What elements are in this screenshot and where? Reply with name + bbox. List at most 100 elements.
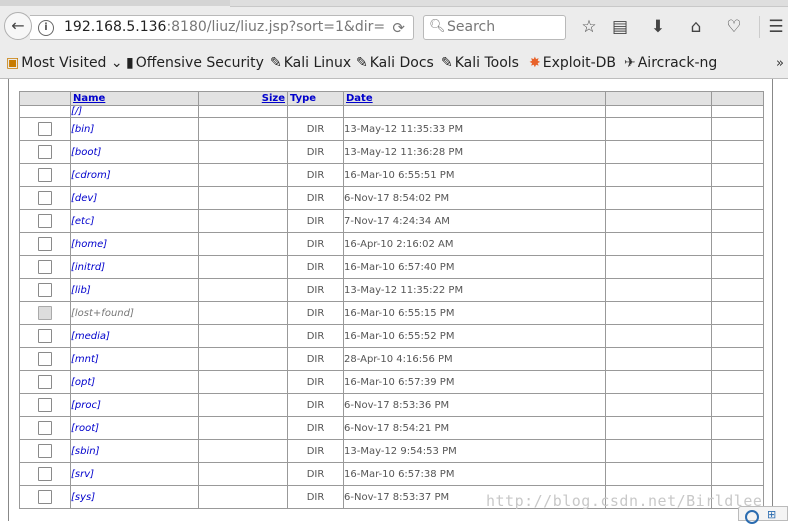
size-cell (198, 117, 288, 141)
dir-link[interactable]: [bin] (70, 117, 199, 141)
size-cell (198, 301, 288, 325)
table-row: [bin] DIR 13-May-12 11:35:33 PM (19, 117, 764, 141)
extra-cell (711, 416, 764, 440)
parent-dir-row: [/] (19, 105, 764, 118)
kali-icon: ✎ (356, 55, 368, 71)
reload-icon[interactable]: ⟳ (392, 19, 405, 37)
table-row: [root] DIR 6-Nov-17 8:54:21 PM (19, 416, 764, 440)
header-type[interactable]: Type (287, 91, 344, 106)
row-select-cell (19, 416, 71, 440)
bookmark-label: Kali Linux (283, 55, 352, 71)
menu-icon[interactable]: ☰ (765, 17, 787, 37)
toolbar-separator (759, 16, 760, 38)
date-cell: 16-Mar-10 6:55:15 PM (343, 301, 606, 325)
row-checkbox[interactable] (38, 490, 52, 504)
folder-icon: ▣ (6, 55, 20, 71)
watermark: http://blog.csdn.net/Birldlee (486, 492, 763, 510)
size-cell (198, 140, 288, 164)
type-cell: DIR (287, 209, 344, 233)
scrollbar[interactable] (773, 79, 788, 521)
date-cell: 7-Nov-17 4:24:34 AM (343, 209, 606, 233)
row-checkbox[interactable] (38, 145, 52, 159)
bookmark-kali-docs[interactable]: ✎ Kali Docs (356, 55, 434, 71)
size-cell (198, 416, 288, 440)
row-checkbox[interactable] (38, 191, 52, 205)
size-cell (198, 347, 288, 371)
extra-cell (711, 255, 764, 279)
back-button[interactable]: ← (4, 12, 32, 40)
header-size[interactable]: Size (198, 91, 288, 106)
date-cell: 16-Mar-10 6:57:39 PM (343, 370, 606, 394)
extra-cell (711, 439, 764, 463)
row-select-cell (19, 485, 71, 509)
dir-link[interactable]: [opt] (70, 370, 199, 394)
dir-link[interactable]: [sys] (70, 485, 199, 509)
bookmark-most-visited[interactable]: ▣ Most Visited ⌄ (6, 55, 123, 71)
exploitdb-icon: ✸ (529, 55, 541, 71)
chevron-right-icon[interactable]: » (776, 56, 784, 71)
dir-link[interactable]: [home] (70, 232, 199, 256)
row-checkbox[interactable] (38, 398, 52, 412)
row-checkbox[interactable] (38, 375, 52, 389)
page-content: Name Size Type Date [/] [bin] DIR 13-May-1… (0, 79, 788, 521)
header-extra-1 (605, 91, 712, 106)
size-cell (198, 186, 288, 210)
row-select-cell (19, 232, 71, 256)
table-row: [home] DIR 16-Apr-10 2:16:02 AM (19, 232, 764, 256)
dir-link[interactable]: [root] (70, 416, 199, 440)
row-checkbox[interactable] (38, 168, 52, 182)
extra-cell (711, 462, 764, 486)
dir-link[interactable]: [mnt] (70, 347, 199, 371)
extra-cell (605, 140, 712, 164)
table-row: [media] DIR 16-Mar-10 6:55:52 PM (19, 324, 764, 348)
dir-link[interactable]: [initrd] (70, 255, 199, 279)
pocket-icon[interactable]: ♡ (723, 17, 745, 37)
extra-cell (711, 232, 764, 256)
bookmark-exploit-db[interactable]: ✸ Exploit-DB (529, 55, 616, 71)
type-cell: DIR (287, 370, 344, 394)
address-bar[interactable]: i 192.168.5.136:8180/liuz/liuz.jsp?sort=… (30, 15, 414, 40)
row-checkbox[interactable] (38, 122, 52, 136)
reading-list-icon[interactable]: ▤ (609, 17, 631, 37)
url-text[interactable]: 192.168.5.136:8180/liuz/liuz.jsp?sort=1&… (64, 19, 385, 35)
row-checkbox[interactable] (38, 214, 52, 228)
bookmark-offensive-security[interactable]: ▮ Offensive Security (126, 55, 264, 71)
size-cell (198, 462, 288, 486)
extra-cell (605, 393, 712, 417)
header-name[interactable]: Name (70, 91, 199, 106)
dir-link[interactable]: [etc] (70, 209, 199, 233)
url-host: 192.168.5.136 (64, 19, 167, 35)
row-checkbox[interactable] (38, 260, 52, 274)
row-checkbox[interactable] (38, 467, 52, 481)
row-checkbox[interactable] (38, 237, 52, 251)
bookmark-aircrack-ng[interactable]: ✈ Aircrack-ng (624, 55, 717, 71)
dir-link[interactable]: [media] (70, 324, 199, 348)
bookmark-kali-linux[interactable]: ✎ Kali Linux (270, 55, 351, 71)
bookmark-star-icon[interactable]: ☆ (578, 17, 600, 37)
home-icon[interactable]: ⌂ (685, 17, 707, 37)
header-date[interactable]: Date (343, 91, 606, 106)
parent-dir-link[interactable]: [/] (70, 105, 199, 118)
dir-link[interactable]: [boot] (70, 140, 199, 164)
row-checkbox[interactable] (38, 329, 52, 343)
row-checkbox[interactable] (38, 352, 52, 366)
search-bar[interactable]: 🔍︎ Search (423, 15, 566, 40)
dir-link[interactable]: [srv] (70, 462, 199, 486)
row-checkbox[interactable] (38, 444, 52, 458)
row-checkbox[interactable] (38, 283, 52, 297)
row-checkbox[interactable] (38, 421, 52, 435)
search-icon: 🔍︎ (429, 19, 446, 34)
dir-link[interactable]: [proc] (70, 393, 199, 417)
dir-link[interactable]: [lib] (70, 278, 199, 302)
size-cell (198, 163, 288, 187)
dir-link[interactable]: [cdrom] (70, 163, 199, 187)
extra-cell (605, 462, 712, 486)
bookmark-kali-tools[interactable]: ✎ Kali Tools (441, 55, 519, 71)
download-icon[interactable]: ⬇ (647, 17, 669, 37)
dir-link[interactable]: [dev] (70, 186, 199, 210)
info-icon[interactable]: i (38, 20, 54, 36)
bookmark-label: Kali Docs (369, 55, 434, 71)
overlay-badge[interactable]: ⊞ (738, 506, 788, 524)
dir-link[interactable]: [sbin] (70, 439, 199, 463)
type-cell: DIR (287, 347, 344, 371)
